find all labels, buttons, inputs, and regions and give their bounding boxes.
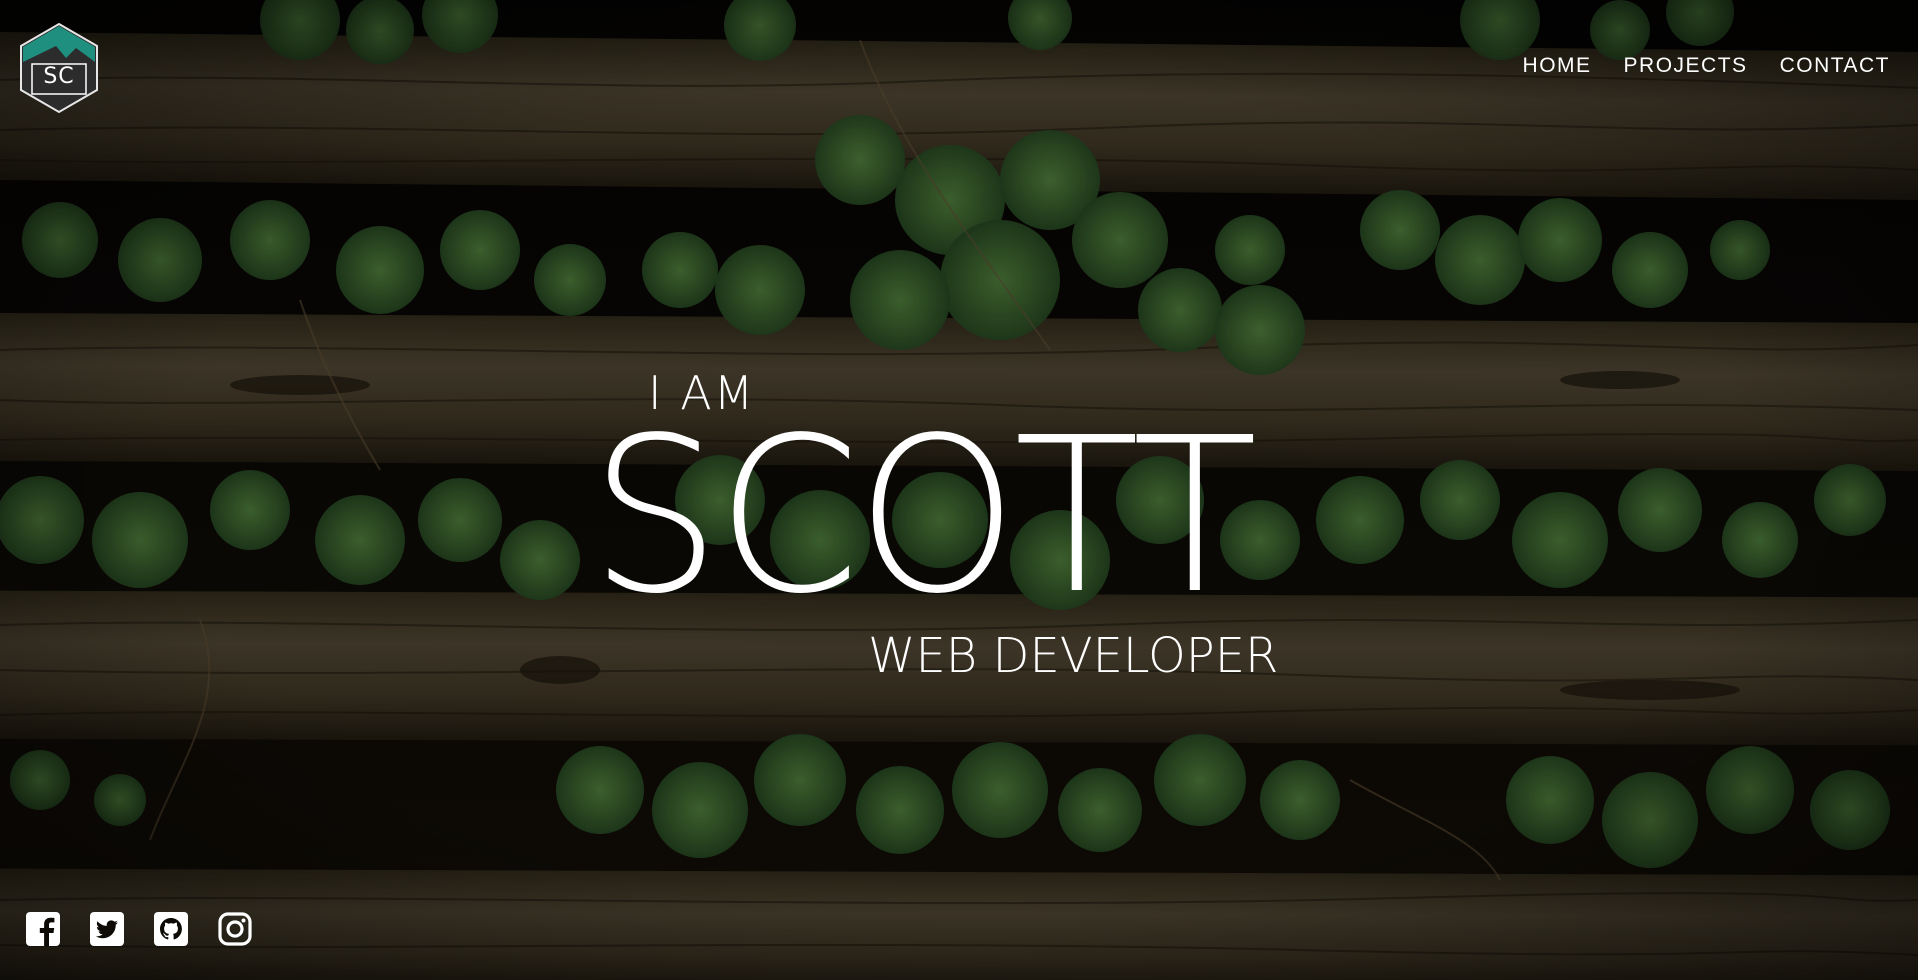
hero-name: SCOTT xyxy=(590,392,1258,641)
github-icon xyxy=(154,912,188,946)
nav-contact-link[interactable]: CONTACT xyxy=(1780,54,1890,78)
nav-home-link[interactable]: HOME xyxy=(1523,54,1592,78)
social-links xyxy=(24,910,254,948)
hero-section: SC HOME PROJECTS CONTACT I AM SCOTT WEB … xyxy=(0,0,1918,980)
hero-role: WEB DEVELOPER xyxy=(868,628,1279,684)
logo[interactable]: SC xyxy=(18,22,100,114)
twitter-link[interactable] xyxy=(88,910,126,948)
instagram-link[interactable] xyxy=(216,910,254,948)
twitter-icon xyxy=(90,912,124,946)
nav-projects-link[interactable]: PROJECTS xyxy=(1624,54,1748,78)
main-nav: HOME PROJECTS CONTACT xyxy=(1523,54,1890,78)
hero-title-block: I AM SCOTT WEB DEVELOPER xyxy=(590,370,1310,690)
facebook-icon xyxy=(26,912,60,946)
logo-initials: SC xyxy=(43,64,75,89)
facebook-link[interactable] xyxy=(24,910,62,948)
github-link[interactable] xyxy=(152,910,190,948)
instagram-icon xyxy=(218,912,252,946)
